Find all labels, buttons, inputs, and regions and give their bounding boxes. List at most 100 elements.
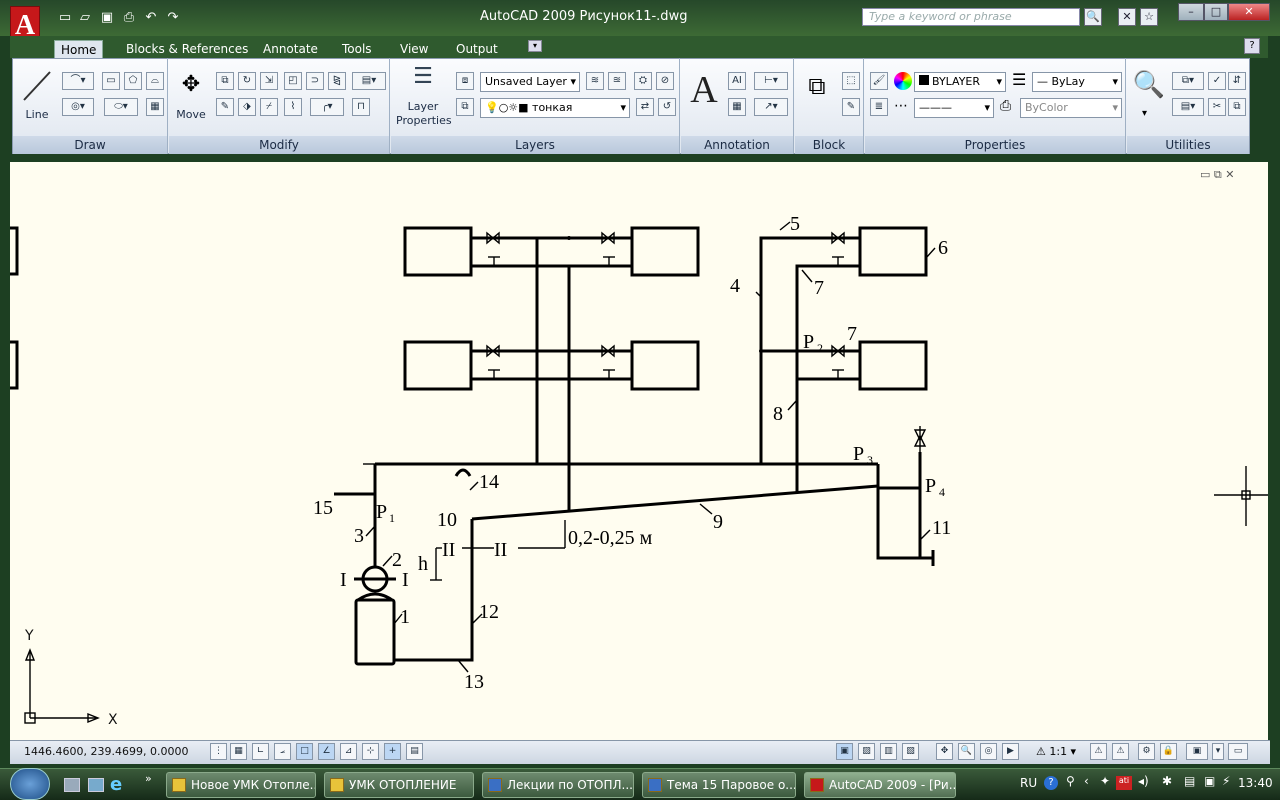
zoom-status-icon[interactable]: 🔍 (958, 743, 975, 760)
status-menu-icon[interactable]: ▾ (1212, 743, 1224, 760)
layer-unisolate-icon[interactable]: ≊ (608, 72, 626, 90)
pan-icon[interactable]: ✥ (936, 743, 953, 760)
print-icon[interactable]: ⎙ (120, 10, 138, 26)
copy-icon[interactable]: ⧉ (216, 72, 234, 90)
dimension-icon[interactable]: ⊢▾ (754, 72, 788, 90)
quick-properties-icon[interactable]: ▤ (406, 743, 423, 760)
ellipse-icon[interactable]: ⬭▾ (104, 98, 138, 116)
panel-label-draw[interactable]: Draw (13, 136, 167, 154)
layout1-icon[interactable]: ▨ (858, 743, 875, 760)
steering-wheel-icon[interactable]: ◎ (980, 743, 997, 760)
tab-home[interactable]: Home (54, 40, 104, 58)
rotate-icon[interactable]: ↻ (238, 72, 256, 90)
lineweight-dropdown[interactable]: ——— ▾ (914, 98, 994, 118)
copy-clip-icon[interactable]: ⧉ (1228, 98, 1246, 116)
tray-monitor-icon[interactable]: ▣ (1204, 774, 1215, 788)
save-icon[interactable]: ▣ (98, 10, 116, 26)
minimize-button[interactable]: – (1178, 3, 1204, 21)
coordinates-readout[interactable]: 1446.4600, 239.4699, 0.0000 (24, 745, 188, 758)
zoom-icon[interactable]: 🔍 (1132, 70, 1166, 104)
stretch-icon[interactable]: ⇲ (260, 72, 278, 90)
ribbon-minimize-icon[interactable]: ▾ (528, 40, 542, 52)
taskbar-item[interactable]: Тема 15 Паровое о... (642, 772, 796, 798)
status-tray-settings-icon[interactable]: ▣ (1186, 743, 1208, 760)
grid-display-icon[interactable]: ▦ (230, 743, 247, 760)
break-icon[interactable]: ⌇ (284, 98, 302, 116)
switch-windows-icon[interactable] (88, 778, 104, 792)
quick-select-icon[interactable]: ✓ (1208, 72, 1226, 90)
model-space-icon[interactable]: ▣ (836, 743, 853, 760)
tab-view[interactable]: View (394, 40, 434, 58)
snap-mode-icon[interactable]: ⋮ (210, 743, 227, 760)
tray-network-icon[interactable]: ⚲ (1066, 774, 1075, 788)
offset-icon[interactable]: ⊃ (306, 72, 324, 90)
move-icon[interactable]: ✥ (176, 72, 206, 102)
clipboard-icon[interactable]: ▤▾ (1172, 98, 1204, 116)
show-desktop-icon[interactable] (64, 778, 80, 792)
create-block-icon[interactable]: ⬚ (842, 72, 860, 90)
zoom-dropdown-icon[interactable]: ▾ (1142, 108, 1147, 119)
search-icon[interactable]: 🔍 (1084, 8, 1102, 26)
new-icon[interactable]: ▭ (56, 10, 74, 26)
object-snap-tracking-icon[interactable]: ∠ (318, 743, 335, 760)
single-line-text-icon[interactable]: AI (728, 72, 746, 90)
layer-properties-icon[interactable]: ☰ (404, 64, 442, 98)
color-wheel-icon[interactable] (894, 72, 912, 90)
object-snap-icon[interactable]: □ (296, 743, 313, 760)
panel-label-properties[interactable]: Properties (865, 136, 1125, 154)
layer-off-icon[interactable]: ⊘ (656, 72, 674, 90)
lock-icon[interactable]: 🔒 (1160, 743, 1177, 760)
circle-icon[interactable]: ◎▾ (62, 98, 94, 116)
lineweight-toggle-icon[interactable]: + (384, 743, 401, 760)
tab-output[interactable]: Output (450, 40, 504, 58)
quick-launch-more-icon[interactable]: » (145, 772, 152, 785)
tray-bluetooth-icon[interactable]: ✱ (1162, 774, 1172, 788)
mirror-icon[interactable]: ⧎ (328, 72, 346, 90)
polyline-icon[interactable]: ⌒▾ (62, 72, 94, 90)
join-icon[interactable]: ⊓ (352, 98, 370, 116)
multiline-text-icon[interactable]: A (686, 68, 722, 112)
layer-properties-label[interactable]: Layer Properties (396, 100, 452, 128)
cut-icon[interactable]: ✂ (1208, 98, 1226, 116)
tray-speaker-icon[interactable]: ✦ (1100, 774, 1110, 788)
tray-volume-icon[interactable]: ◂) (1138, 774, 1149, 788)
tray-power-icon[interactable]: ⚡ (1222, 774, 1230, 788)
drawing-window-controls[interactable]: ▭ ⧉ ✕ (1200, 168, 1234, 182)
plot-style-dropdown[interactable]: ByColor ▾ (1020, 98, 1122, 118)
layer-state-dropdown[interactable]: Unsaved Layer ▾ (480, 72, 580, 92)
taskbar-item[interactable]: Новое УМК Отопле... (166, 772, 316, 798)
annotation-scale[interactable]: ⚠ 1:1 ▾ (1036, 745, 1076, 758)
favorites-icon[interactable]: ☆ (1140, 8, 1158, 26)
array-icon[interactable]: ▤▾ (352, 72, 386, 90)
taskbar-item-active[interactable]: AutoCAD 2009 - [Ри... (804, 772, 956, 798)
tray-ati-icon[interactable]: ati (1116, 776, 1132, 790)
start-button[interactable] (10, 768, 50, 800)
arc-icon[interactable]: ⌓ (146, 72, 164, 90)
quick-view-layouts-icon[interactable]: ▥ (880, 743, 897, 760)
show-motion-icon[interactable]: ▶ (1002, 743, 1019, 760)
layer-match-icon[interactable]: ⇄ (636, 98, 654, 116)
trim-icon[interactable]: ⌿ (260, 98, 278, 116)
list-icon[interactable]: ≣ (870, 98, 888, 116)
layer-iso-icon[interactable]: ≋ (586, 72, 604, 90)
annotation-visibility-icon[interactable]: ⚠ (1090, 743, 1107, 760)
communication-center-icon[interactable]: ✕ (1118, 8, 1136, 26)
clock[interactable]: 13:40 (1238, 776, 1273, 790)
tray-usb-icon[interactable]: ▤ (1184, 774, 1195, 788)
linetype-dropdown[interactable]: — ByLay ▾ (1032, 72, 1122, 92)
layer-previous-icon[interactable]: ↺ (658, 98, 676, 116)
insert-block-icon[interactable]: ⧉ (800, 72, 834, 106)
quick-view-drawings-icon[interactable]: ▧ (902, 743, 919, 760)
undo-icon[interactable]: ↶ (142, 10, 160, 26)
leader-icon[interactable]: ↗▾ (754, 98, 788, 116)
layer-freeze-icon[interactable]: ⛭ (634, 72, 652, 90)
dynamic-ucs-icon[interactable]: ⊿ (340, 743, 357, 760)
select-similar-icon[interactable]: ⇵ (1228, 72, 1246, 90)
color-dropdown[interactable]: BYLAYER ▾ (914, 72, 1006, 92)
match-properties-icon[interactable]: 🖌 (870, 72, 888, 90)
help-tray-icon[interactable]: ? (1044, 776, 1058, 790)
panel-label-annotation[interactable]: Annotation (681, 136, 793, 154)
hatch-icon[interactable]: ▦ (146, 98, 164, 116)
internet-explorer-icon[interactable]: e (110, 774, 122, 795)
workspace-switching-icon[interactable]: ⚙ (1138, 743, 1155, 760)
